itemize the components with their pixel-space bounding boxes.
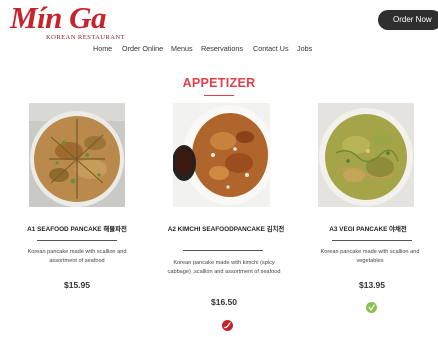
menu-item-price: $16.50 xyxy=(211,297,237,307)
vegi-pancake-photo xyxy=(318,103,414,207)
menu-item-price: $15.95 xyxy=(64,280,90,290)
section-title-underline xyxy=(204,95,234,96)
menu-item-description: Korean pancake made with scallion and ve… xyxy=(320,249,420,264)
restaurant-logo[interactable]: Mín Ga KOREAN RESTAURANT xyxy=(10,0,150,42)
menu-item-name: A1 SEAFOOD PANCAKE 해물파전 xyxy=(27,226,127,233)
menu-item-description: Korean pancake made with kimchi (spicy c… xyxy=(167,260,281,275)
menu-item-name: A2 KIMCHI SEAFOODPANCAKE 김치전 xyxy=(167,226,285,233)
menu-item-divider xyxy=(37,240,117,241)
section-title: APPETIZER xyxy=(182,76,256,90)
nav-item-home[interactable]: Home xyxy=(93,44,112,53)
menu-item-description: Korean pancake made with scallion and as… xyxy=(27,249,127,264)
menu-item-divider xyxy=(183,250,263,251)
menu-item-divider xyxy=(332,240,412,241)
logo-wordmark: Mín Ga xyxy=(10,0,107,35)
nav-item-contact-us[interactable]: Contact Us xyxy=(253,44,289,53)
nav-item-menus[interactable]: Menus xyxy=(171,44,193,53)
menu-item-name: A3 VEGI PANCAKE 야채전 xyxy=(329,226,407,233)
nav-item-jobs[interactable]: Jobs xyxy=(297,44,312,53)
order-now-button[interactable]: Order Now xyxy=(378,10,438,30)
seafood-pancake-photo xyxy=(29,103,125,207)
chili-pepper-icon xyxy=(222,320,233,331)
main-nav: Home Order Online Menus Reservations Con… xyxy=(0,44,438,56)
vegetarian-leaf-icon xyxy=(366,302,377,313)
kimchi-seafood-pancake-photo xyxy=(173,103,270,207)
menu-item-price: $13.95 xyxy=(359,280,385,290)
logo-subtitle: KOREAN RESTAURANT xyxy=(46,34,125,41)
nav-item-order-online[interactable]: Order Online xyxy=(122,44,163,53)
nav-item-reservations[interactable]: Reservations xyxy=(201,44,243,53)
